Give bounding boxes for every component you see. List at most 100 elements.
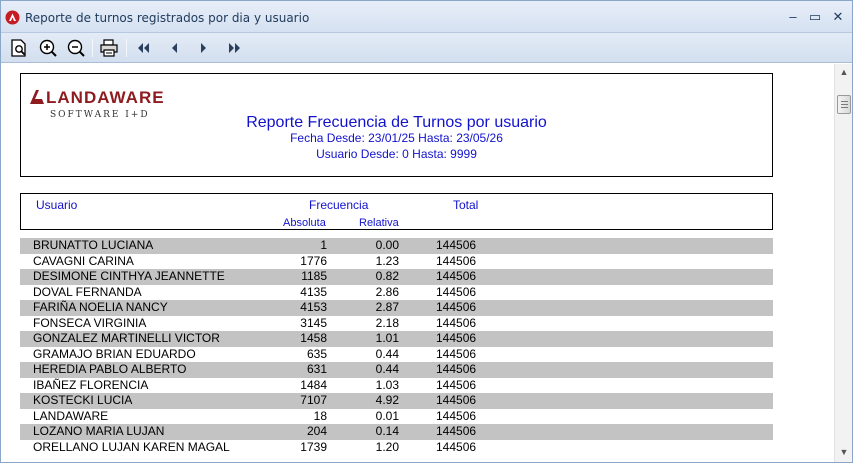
- page-preview-icon[interactable]: [8, 37, 30, 59]
- table-row: HEREDIA PABLO ALBERTO 631 0.44 144506: [20, 362, 773, 378]
- table-row: FARIÑA NOELIA NANCY 4153 2.87 144506: [20, 300, 773, 316]
- row-relativa: 1.20: [375, 439, 399, 454]
- scroll-up-icon[interactable]: ▲: [835, 64, 852, 80]
- row-absoluta: 1458: [300, 331, 327, 345]
- last-page-icon[interactable]: [223, 37, 245, 59]
- row-relativa: 1.01: [375, 331, 399, 345]
- zoom-out-icon[interactable]: [65, 37, 87, 59]
- table-row: GRAMAJO BRIAN EDUARDO 635 0.44 144506: [20, 347, 773, 363]
- row-absoluta: 635: [306, 346, 327, 361]
- row-total: 144506: [436, 393, 477, 407]
- row-relativa: 0.01: [375, 408, 399, 423]
- row-usuario: ORELLANO LUJAN KAREN MAGAL: [33, 439, 230, 454]
- toolbar: [1, 33, 852, 63]
- row-usuario: IBAÑEZ FLORENCIA: [33, 377, 149, 392]
- table-row: KOSTECKI LUCIA 7107 4.92 144506: [20, 393, 773, 409]
- row-absoluta: 1185: [301, 269, 327, 283]
- row-absoluta: 1739: [300, 439, 327, 454]
- table-row: GONZALEZ MARTINELLI VICTOR 1458 1.01 144506: [20, 331, 773, 347]
- report-preview-area: LANDAWARE SOFTWARE I+D Reporte Frecuenci…: [1, 64, 834, 462]
- minimize-button[interactable]: –: [783, 8, 803, 26]
- previous-page-icon[interactable]: [163, 37, 185, 59]
- row-absoluta: 3145: [300, 315, 327, 330]
- row-total: 144506: [436, 331, 477, 345]
- table-row: DESIMONE CINTHYA JEANNETTE 1185 0.82 144506: [20, 269, 773, 285]
- table-row: ORELLANO LUJAN KAREN MAGAL 1739 1.20 144506: [20, 440, 773, 456]
- column-total: Total: [453, 198, 479, 212]
- report-rows: BRUNATTO LUCIANA 1 0.00 144506 CAVAGNI CARIN…: [20, 238, 773, 455]
- row-usuario: DOVAL FERNANDA: [33, 284, 142, 299]
- report-date-range: Fecha Desde: 23/01/25 Hasta: 23/05/26: [290, 131, 503, 145]
- row-usuario: LANDAWARE: [33, 408, 109, 423]
- column-usuario: Usuario: [36, 198, 78, 212]
- scroll-thumb[interactable]: [837, 95, 851, 114]
- report-title: Reporte Frecuencia de Turnos por usuario: [246, 114, 547, 131]
- row-total: 144506: [436, 408, 477, 423]
- toolbar-separator: [126, 39, 127, 57]
- report-window: Reporte de turnos registrados por dia y …: [0, 0, 853, 463]
- zoom-in-icon[interactable]: [37, 37, 59, 59]
- row-usuario: CAVAGNI CARINA: [33, 253, 134, 268]
- row-total: 144506: [436, 315, 477, 330]
- row-absoluta: 631: [306, 362, 327, 376]
- row-total: 144506: [436, 346, 477, 361]
- row-absoluta: 1776: [300, 253, 327, 268]
- row-relativa: 0.14: [375, 424, 399, 438]
- table-row: CAVAGNI CARINA 1776 1.23 144506: [20, 254, 773, 270]
- row-total: 144506: [436, 300, 477, 314]
- row-total: 144506: [436, 238, 477, 252]
- row-absoluta: 7107: [300, 393, 327, 407]
- row-total: 144506: [436, 269, 477, 283]
- row-absoluta: 4153: [300, 300, 327, 314]
- print-icon[interactable]: [98, 37, 120, 59]
- row-relativa: 0.00: [375, 238, 399, 252]
- row-total: 144506: [436, 439, 477, 454]
- app-logo-icon: [5, 10, 20, 25]
- table-row: IBAÑEZ FLORENCIA 1484 1.03 144506: [20, 378, 773, 394]
- column-relativa: Relativa: [359, 217, 399, 229]
- column-absoluta: Absoluta: [283, 217, 326, 229]
- table-row: LOZANO MARIA LUJAN 204 0.14 144506: [20, 424, 773, 440]
- row-relativa: 2.87: [375, 300, 399, 314]
- row-total: 144506: [436, 253, 477, 268]
- row-relativa: 2.86: [375, 284, 399, 299]
- row-usuario: HEREDIA PABLO ALBERTO: [33, 362, 187, 376]
- landaware-logo-icon: [30, 90, 44, 104]
- row-usuario: BRUNATTO LUCIANA: [33, 238, 154, 252]
- maximize-button[interactable]: ▭: [805, 8, 825, 26]
- row-usuario: FARIÑA NOELIA NANCY: [33, 300, 168, 314]
- row-absoluta: 18: [313, 408, 327, 423]
- row-total: 144506: [436, 377, 477, 392]
- row-usuario: FONSECA VIRGINIA: [33, 315, 147, 330]
- row-relativa: 0.44: [375, 346, 399, 361]
- close-button[interactable]: ✕: [828, 8, 848, 26]
- row-relativa: 0.82: [375, 269, 399, 283]
- next-page-icon[interactable]: [193, 37, 215, 59]
- row-relativa: 0.44: [375, 362, 399, 376]
- table-row: BRUNATTO LUCIANA 1 0.00 144506: [20, 238, 773, 254]
- row-total: 144506: [436, 284, 477, 299]
- scroll-down-icon[interactable]: ▼: [835, 444, 852, 460]
- row-usuario: LOZANO MARIA LUJAN: [33, 424, 165, 438]
- column-frecuencia: Frecuencia: [309, 198, 369, 212]
- row-relativa: 1.03: [375, 377, 399, 392]
- row-relativa: 4.92: [375, 393, 399, 407]
- title-bar[interactable]: Reporte de turnos registrados por dia y …: [1, 1, 852, 33]
- table-row: LANDAWARE 18 0.01 144506: [20, 409, 773, 425]
- row-relativa: 1.23: [375, 253, 399, 268]
- row-relativa: 2.18: [375, 315, 399, 330]
- row-usuario: KOSTECKI LUCIA: [33, 393, 133, 407]
- row-total: 144506: [436, 362, 477, 376]
- row-absoluta: 1: [320, 238, 327, 252]
- row-usuario: GRAMAJO BRIAN EDUARDO: [33, 346, 196, 361]
- table-row: DOVAL FERNANDA 4135 2.86 144506: [20, 285, 773, 301]
- vertical-scrollbar[interactable]: ▲ ▼: [834, 64, 852, 462]
- first-page-icon[interactable]: [133, 37, 155, 59]
- row-total: 144506: [436, 424, 477, 438]
- window-title: Reporte de turnos registrados por dia y …: [25, 11, 310, 25]
- report-header: LANDAWARE SOFTWARE I+D Reporte Frecuenci…: [20, 73, 773, 177]
- row-absoluta: 204: [306, 424, 327, 438]
- column-headers: Usuario Frecuencia Total Absoluta Relati…: [20, 193, 773, 230]
- report-user-range: Usuario Desde: 0 Hasta: 9999: [316, 147, 477, 161]
- row-absoluta: 1484: [300, 377, 327, 392]
